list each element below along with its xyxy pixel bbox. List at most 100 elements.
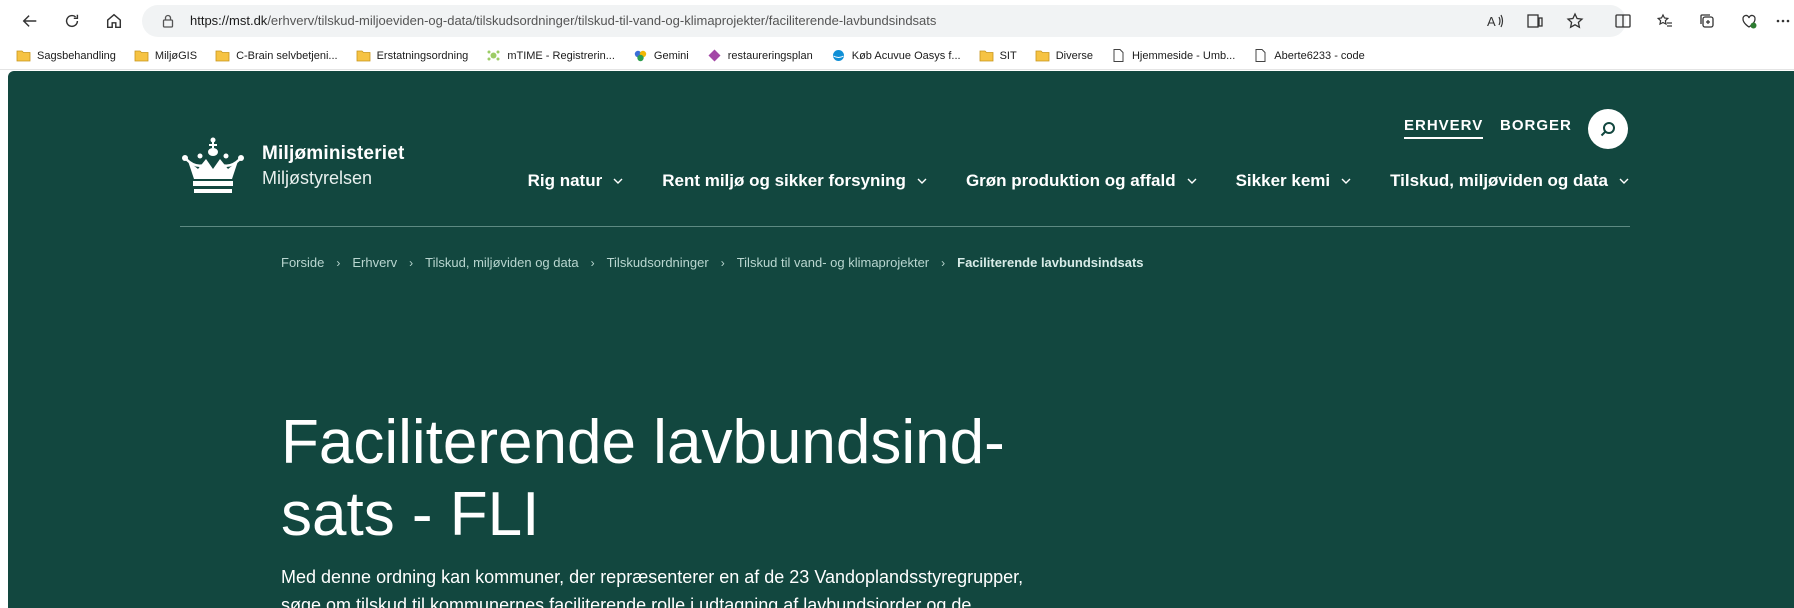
bookmark-label: Aberte6233 - code xyxy=(1274,49,1365,62)
browser-toolbar: https://mst.dk/erhverv/tilskud-miljoevid… xyxy=(0,0,1794,42)
bookmark-item[interactable]: MiljøGIS xyxy=(134,49,197,62)
nav-rig-natur[interactable]: Rig natur xyxy=(528,171,625,191)
bookmark-item[interactable]: Sagsbehandling xyxy=(16,49,116,62)
web-page: Miljøministeriet Miljøstyrelsen ERHVERV … xyxy=(8,71,1794,608)
read-aloud-icon[interactable]: A xyxy=(1486,12,1504,30)
intro-paragraph: Med denne ordning kan kommuner, der repr… xyxy=(281,563,1081,608)
breadcrumb-separator-icon: › xyxy=(409,255,414,270)
folder-icon xyxy=(16,50,31,62)
chevron-down-icon xyxy=(1619,178,1629,184)
gemini-icon xyxy=(634,50,647,62)
bookmark-label: Hjemmeside - Umb... xyxy=(1131,49,1236,62)
nav-tilskud[interactable]: Tilskud, miljøviden og data xyxy=(1390,171,1630,191)
favorites-icon[interactable] xyxy=(1654,10,1676,32)
page-title-line: Faciliterende lavbundsind- xyxy=(281,408,1005,477)
breadcrumb-erhverv[interactable]: Erhverv xyxy=(352,255,397,270)
bookmark-item[interactable]: restaureringsplan xyxy=(707,49,813,62)
breadcrumb: Forside › Erhverv › Tilskud, miljøviden … xyxy=(281,255,1144,270)
site-logo[interactable]: Miljøministeriet Miljøstyrelsen xyxy=(180,135,405,197)
audience-borger-link[interactable]: BORGER xyxy=(1500,117,1572,134)
bookmark-item[interactable]: Erstatningsordning xyxy=(356,49,469,62)
bookmark-item[interactable]: C-Brain selvbetjeni... xyxy=(215,49,338,62)
intro-line: søge om tilskud til kommunernes facilite… xyxy=(281,595,972,608)
chevron-down-icon xyxy=(917,178,927,184)
globe-icon xyxy=(832,50,844,61)
bookmark-label: Erstatningsordning xyxy=(376,49,469,62)
folder-icon xyxy=(134,50,149,62)
breadcrumb-separator-icon: › xyxy=(336,255,341,270)
breadcrumb-forside[interactable]: Forside xyxy=(281,255,324,270)
bookmark-label: Gemini xyxy=(653,49,689,62)
collections-icon[interactable] xyxy=(1696,10,1718,32)
bookmark-item[interactable]: Diverse xyxy=(1035,49,1093,62)
nav-sikker-kemi[interactable]: Sikker kemi xyxy=(1236,171,1353,191)
refresh-icon xyxy=(65,14,79,28)
browser-essentials-icon[interactable] xyxy=(1738,10,1760,32)
breadcrumb-tilskud-miljoeviden[interactable]: Tilskud, miljøviden og data xyxy=(425,255,578,270)
diamond-icon xyxy=(708,49,721,62)
breadcrumb-tilskudsordninger[interactable]: Tilskudsordninger xyxy=(607,255,709,270)
url-text[interactable]: https://mst.dk/erhverv/tilskud-miljoevid… xyxy=(190,13,936,28)
search-button[interactable] xyxy=(1588,109,1628,149)
bookmark-label: Køb Acuvue Oasys f... xyxy=(851,49,961,62)
refresh-button[interactable] xyxy=(58,7,86,35)
lock-icon xyxy=(162,14,174,28)
page-title: Faciliterende lavbundsind- sats - FLI xyxy=(281,407,1041,551)
bookmark-label: mTIME - Registrerin... xyxy=(507,49,615,62)
bookmark-item[interactable]: Aberte6233 - code xyxy=(1253,49,1365,62)
bookmark-item[interactable]: Hjemmeside - Umb... xyxy=(1111,49,1235,62)
nav-label: Grøn produktion og affald xyxy=(965,171,1176,190)
favorite-star-icon[interactable] xyxy=(1566,12,1584,30)
bookmark-item[interactable]: Gemini xyxy=(633,49,689,62)
page-icon xyxy=(1255,49,1266,62)
breadcrumb-vand-klimaprojekter[interactable]: Tilskud til vand- og klimaprojekter xyxy=(737,255,929,270)
page-title-line: sats - FLI xyxy=(281,480,540,549)
main-navigation: Rig natur Rent miljø og sikker forsyning… xyxy=(490,171,1630,191)
reader-view-icon[interactable] xyxy=(1526,12,1544,30)
home-icon xyxy=(106,13,122,29)
breadcrumb-separator-icon: › xyxy=(720,255,725,270)
nav-label: Sikker kemi xyxy=(1235,171,1331,190)
breadcrumb-separator-icon: › xyxy=(941,255,946,270)
bookmark-label: Sagsbehandling xyxy=(37,49,116,62)
folder-icon xyxy=(1035,50,1050,62)
split-screen-icon[interactable] xyxy=(1612,10,1634,32)
mtime-icon xyxy=(487,50,500,61)
svg-text:A: A xyxy=(1487,14,1496,29)
nav-label: Rent miljø og sikker forsyning xyxy=(662,171,906,190)
intro-line: Med denne ordning kan kommuner, der repr… xyxy=(281,567,1024,587)
chevron-down-icon xyxy=(1187,178,1197,184)
bookmark-label: C-Brain selvbetjeni... xyxy=(236,49,338,62)
bookmark-item[interactable]: SIT xyxy=(979,49,1017,62)
audience-erhverv-link[interactable]: ERHVERV xyxy=(1404,117,1484,139)
search-icon xyxy=(1600,122,1615,137)
url-path: /erhverv/tilskud-miljoeviden-og-data/til… xyxy=(267,13,937,28)
bookmark-label: restaureringsplan xyxy=(727,49,813,62)
chevron-down-icon xyxy=(613,178,623,184)
page-icon xyxy=(1113,49,1124,62)
address-bar[interactable]: https://mst.dk/erhverv/tilskud-miljoevid… xyxy=(142,5,1626,37)
agency-name: Miljøstyrelsen xyxy=(262,168,373,188)
bookmarks-bar: Sagsbehandling MiljøGIS C-Brain selvbetj… xyxy=(0,42,1794,70)
bookmark-item[interactable]: Køb Acuvue Oasys f... xyxy=(831,49,961,62)
back-arrow-icon xyxy=(22,15,37,27)
folder-icon xyxy=(356,50,370,62)
header-divider xyxy=(180,226,1630,227)
more-options-icon[interactable] xyxy=(1772,10,1794,32)
bookmark-label: SIT xyxy=(999,49,1017,62)
breadcrumb-separator-icon: › xyxy=(590,255,595,270)
bookmark-item[interactable]: mTIME - Registrerin... xyxy=(486,49,615,62)
home-button[interactable] xyxy=(100,7,128,35)
nav-rent-miljoe[interactable]: Rent miljø og sikker forsyning xyxy=(662,171,928,191)
back-button[interactable] xyxy=(16,7,44,35)
url-host: https://mst.dk xyxy=(190,13,268,28)
folder-icon xyxy=(215,50,230,62)
crown-icon xyxy=(182,137,244,193)
ministry-name: Miljøministeriet xyxy=(262,143,405,164)
nav-groen-produktion[interactable]: Grøn produktion og affald xyxy=(966,171,1198,191)
folder-icon xyxy=(979,50,993,62)
nav-label: Rig natur xyxy=(527,171,603,190)
breadcrumb-current: Faciliterende lavbundsindsats xyxy=(957,255,1144,270)
nav-label: Tilskud, miljøviden og data xyxy=(1390,171,1608,190)
bookmark-label: Diverse xyxy=(1055,49,1093,62)
